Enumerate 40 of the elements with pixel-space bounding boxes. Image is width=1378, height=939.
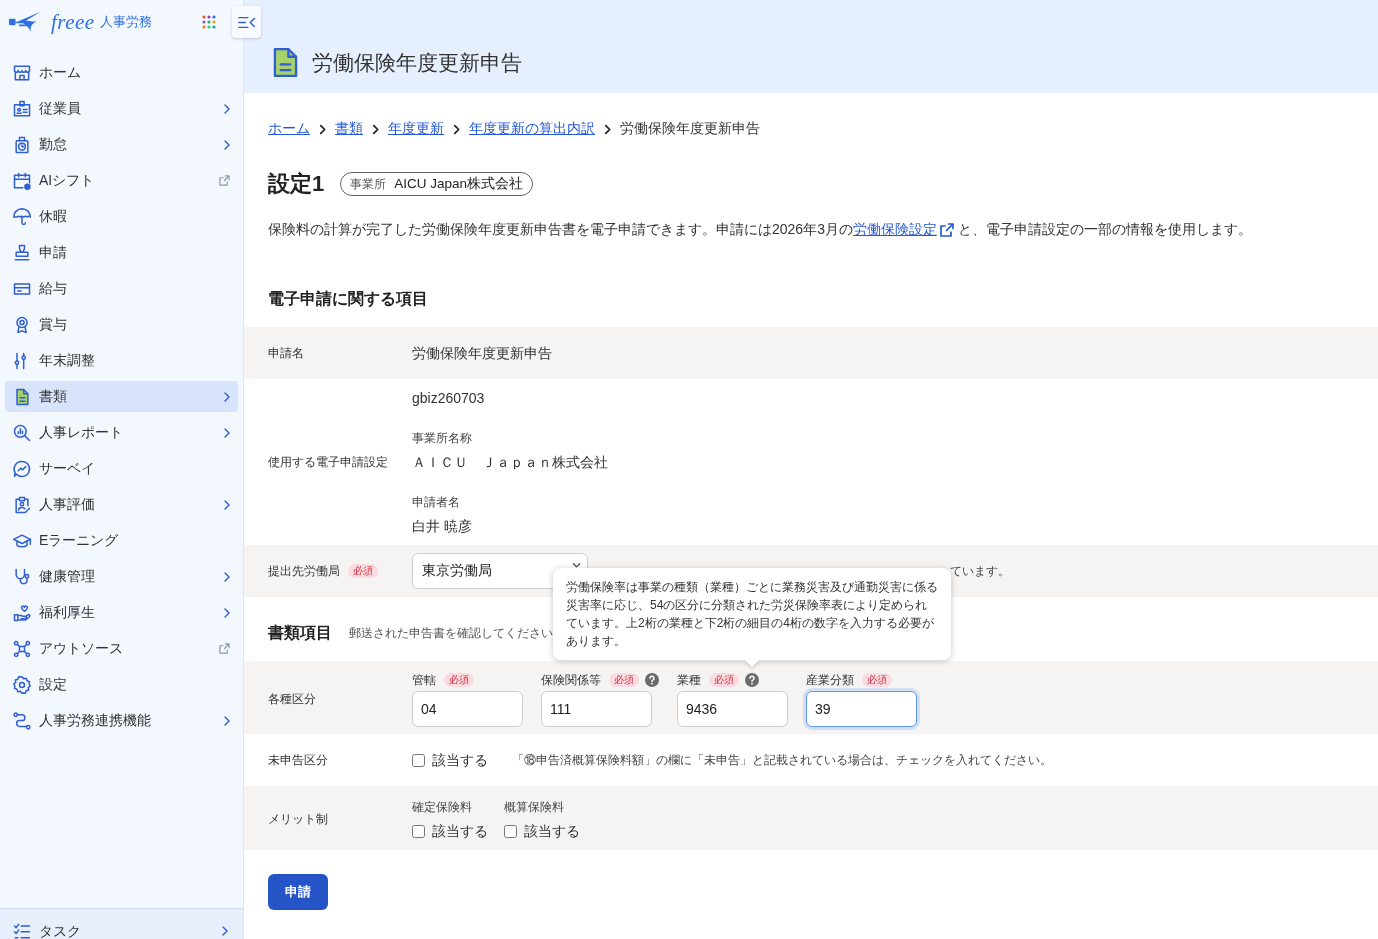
row-value: 白井 暁彦 — [412, 517, 473, 536]
row-label: 未申告区分 — [268, 751, 328, 769]
field-label: 保険関係等 — [541, 671, 601, 689]
value-caption: 概算保険料 — [504, 799, 565, 816]
required-tag: 必須 — [348, 564, 378, 578]
value-caption: 確定保険料 — [412, 799, 473, 816]
row-value: ＡＩＣＵ Ｊａｐａｎ株式会社 — [412, 453, 608, 472]
logo-wordmark: freee — [51, 9, 95, 35]
badge-value: AICU Japan株式会社 — [394, 175, 524, 193]
intro-text: 保険料の計算が完了した労働保険年度更新申告書を電子申請できます。申請には2026年3月の労働保険設定 と、電子申請設定の一部の情報を使用します。 — [267, 220, 1253, 239]
hint-text: ています。 — [950, 562, 1010, 580]
section-subtitle: 郵送された申告書を確認してください — [349, 624, 553, 642]
field-label: 管轄 — [412, 671, 436, 689]
checkbox-label: 該当する — [524, 822, 580, 841]
badge-label: 事業所 — [350, 175, 387, 193]
field-label: 産業分類 — [806, 671, 854, 689]
breadcrumb-current: 労働保険年度更新申告 — [620, 120, 760, 138]
section-title: 書類項目 — [268, 623, 332, 643]
section-title: 電子申請に関する項目 — [268, 289, 428, 309]
value-caption: 申請者名 — [412, 494, 461, 511]
row-label: 各種区分 — [268, 690, 316, 708]
row-value: gbiz260703 — [412, 389, 486, 408]
product-name: 人事労務 — [99, 13, 152, 31]
field-label: 業種 — [677, 671, 701, 689]
value-caption: 事業所名称 — [412, 430, 473, 447]
required-tag: 必須 — [862, 673, 892, 687]
required-tag: 必須 — [609, 673, 639, 687]
task-label: タスク — [39, 923, 81, 939]
row-label: 申請名 — [268, 344, 304, 362]
required-tag: 必須 — [709, 673, 739, 687]
checkbox-label: 該当する — [432, 751, 488, 770]
hint-text: 「⑱申告済概算保険料額」の欄に「未申告」と記載されている場合は、チェックを入れてください。 — [512, 751, 1052, 769]
row-label: 使用する電子申請設定 — [268, 453, 388, 471]
row-label: メリット制 — [268, 811, 328, 828]
setting-title: 設定1 — [268, 170, 325, 198]
page-title: 労働保険年度更新申告 — [312, 49, 522, 76]
checkbox-label: 該当する — [432, 822, 488, 841]
row-label: 提出先労働局 — [268, 562, 340, 580]
row-value: 労働保険年度更新申告 — [412, 344, 552, 363]
required-tag: 必須 — [444, 673, 474, 687]
